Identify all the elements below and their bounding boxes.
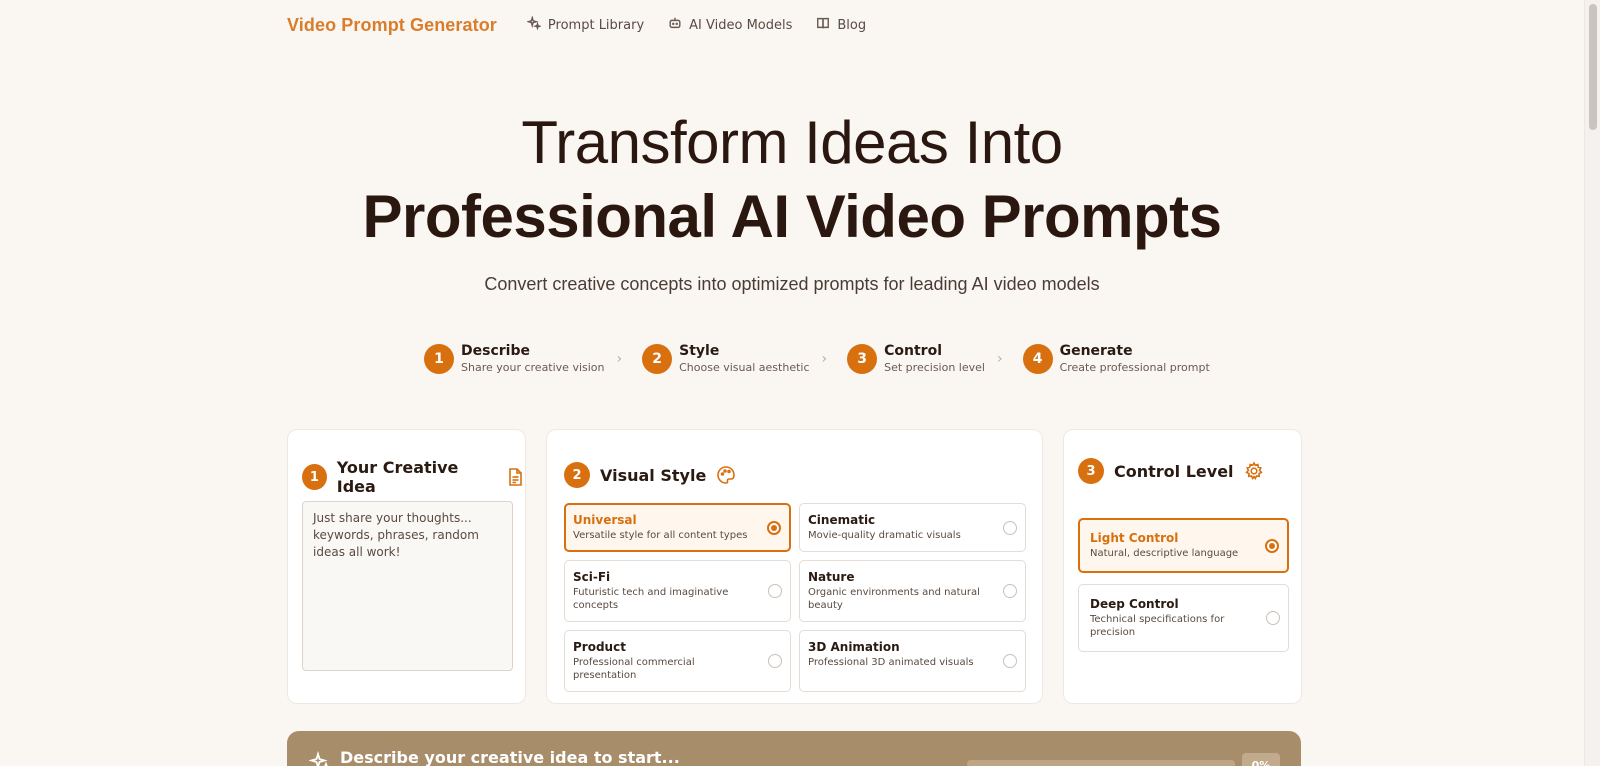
card-title: Your Creative Idea — [336, 458, 459, 496]
creative-idea-input[interactable] — [302, 501, 513, 671]
nav-label: AI Video Models — [689, 17, 793, 33]
hero-subtitle: Convert creative concepts into optimized… — [484, 274, 1100, 294]
style-option-product[interactable]: Product Professional commercial presenta… — [564, 630, 791, 692]
hero-title-line1: Transform Ideas Into — [521, 109, 1063, 176]
step-number: 4 — [1022, 344, 1053, 374]
status-title: Describe your creative idea to start... — [340, 748, 680, 766]
card-number-badge: 1 — [302, 464, 327, 490]
style-option-nature[interactable]: Nature Organic environments and natural … — [799, 560, 1026, 622]
radio-unselected[interactable] — [1266, 611, 1280, 625]
nav-label: Prompt Library — [547, 17, 645, 33]
card-number-badge: 3 — [1078, 458, 1104, 484]
option-title: 3D Animation — [808, 640, 900, 654]
radio-selected[interactable] — [767, 520, 781, 535]
control-option-light[interactable]: Light Control Natural, descriptive langu… — [1078, 518, 1289, 573]
step-style: 2 Style Choose visual aesthetic — [642, 342, 810, 376]
step-number: 3 — [847, 344, 878, 374]
brand-logo-text[interactable]: Video Prompt Generator — [287, 15, 497, 36]
option-title: Nature — [808, 570, 855, 584]
radio-selected[interactable] — [1265, 538, 1279, 553]
style-option-sci-fi[interactable]: Sci-Fi Futuristic tech and imaginative c… — [564, 560, 791, 622]
control-option-deep[interactable]: Deep Control Technical specifications fo… — [1078, 584, 1289, 652]
option-desc: Organic environments and natural beauty — [808, 587, 980, 611]
control-options-list: Light Control Natural, descriptive langu… — [1078, 518, 1289, 663]
chevron-right-icon: › — [996, 351, 1003, 367]
option-desc: Versatile style for all content types — [573, 530, 748, 541]
option-title: Sci-Fi — [573, 570, 611, 584]
step-number: 1 — [424, 344, 454, 374]
step-title: Style — [679, 343, 720, 359]
nav-prompt-library[interactable]: Prompt Library — [525, 15, 645, 34]
option-desc: Professional 3D animated visuals — [808, 657, 974, 668]
step-title: Describe — [461, 343, 530, 359]
style-options-grid: Universal Versatile style for all conten… — [564, 503, 1026, 692]
card-number-badge: 2 — [564, 462, 590, 488]
step-control: 3 Control Set precision level — [847, 342, 985, 376]
nav-label: Blog — [837, 17, 867, 33]
main-nav: Prompt Library AI Video Models Blog — [525, 15, 866, 34]
page-scrollbar[interactable] — [1584, 0, 1600, 766]
step-number: 2 — [642, 344, 673, 374]
progress-bar — [967, 760, 1235, 766]
option-desc: Natural, descriptive language — [1090, 548, 1239, 559]
radio-unselected[interactable] — [1003, 520, 1017, 535]
step-desc: Share your creative vision — [461, 361, 605, 374]
palette-icon — [716, 465, 736, 485]
generate-status-bar: Describe your creative idea to start... … — [287, 731, 1301, 766]
option-title: Cinematic — [808, 513, 876, 527]
steps-indicator: 1 Describe Share your creative vision › … — [424, 342, 1210, 376]
creative-idea-card: 1 Your Creative Idea — [287, 429, 526, 704]
progress-percent: 0% — [1242, 753, 1280, 766]
nav-blog[interactable]: Blog — [816, 16, 866, 34]
chevron-right-icon: › — [616, 351, 623, 367]
option-desc: Professional commercial presentation — [573, 657, 695, 681]
option-title: Product — [573, 640, 626, 654]
card-title: Control Level — [1114, 461, 1234, 481]
chevron-right-icon: › — [821, 351, 828, 367]
nav-ai-video-models[interactable]: AI Video Models — [668, 16, 792, 34]
step-title: Control — [884, 343, 942, 359]
top-nav-bar: Video Prompt Generator Prompt Library AI… — [287, 0, 866, 50]
radio-unselected[interactable] — [1003, 584, 1017, 598]
robot-icon — [668, 16, 682, 34]
style-option-universal[interactable]: Universal Versatile style for all conten… — [564, 503, 791, 552]
hero-title-line2: Professional AI Video Prompts — [362, 183, 1222, 250]
step-desc: Create professional prompt — [1059, 361, 1210, 374]
step-desc: Choose visual aesthetic — [679, 361, 810, 374]
sparkles-icon — [525, 15, 542, 34]
style-option-cinematic[interactable]: Cinematic Movie-quality dramatic visuals — [799, 503, 1026, 552]
visual-style-card: 2 Visual Style Universal Versatile style… — [546, 429, 1043, 704]
scrollbar-thumb[interactable] — [1589, 4, 1597, 130]
option-title: Light Control — [1090, 531, 1179, 545]
radio-unselected[interactable] — [768, 584, 782, 598]
step-describe: 1 Describe Share your creative vision — [424, 342, 605, 376]
sparkles-icon — [308, 750, 331, 766]
step-desc: Set precision level — [884, 361, 985, 374]
option-desc: Movie-quality dramatic visuals — [808, 530, 961, 541]
step-generate: 4 Generate Create professional prompt — [1022, 342, 1210, 376]
radio-unselected[interactable] — [768, 654, 782, 668]
card-title: Visual Style — [600, 465, 707, 485]
style-option-3d-animation[interactable]: 3D Animation Professional 3D animated vi… — [799, 630, 1026, 692]
option-title: Deep Control — [1090, 597, 1179, 611]
control-level-card: 3 Control Level Light Control Natural, d… — [1063, 429, 1302, 704]
book-icon — [816, 16, 830, 34]
gear-icon — [1244, 461, 1264, 481]
option-desc: Technical specifications for precision — [1090, 614, 1225, 638]
radio-unselected[interactable] — [1003, 654, 1017, 668]
step-title: Generate — [1059, 343, 1133, 359]
option-title: Universal — [573, 513, 637, 527]
document-icon — [505, 467, 525, 487]
option-desc: Futuristic tech and imaginative concepts — [573, 587, 729, 611]
